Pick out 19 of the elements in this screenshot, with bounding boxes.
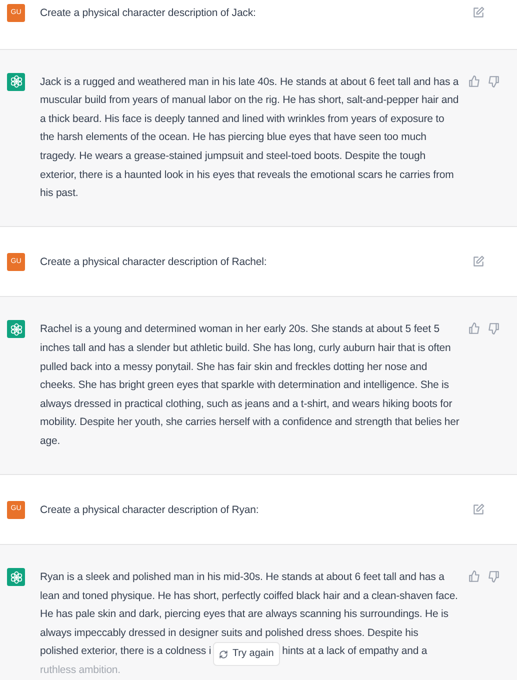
edit-icon[interactable] (472, 6, 485, 19)
message-text: Rachel is a young and determined woman in her early 20s. She stands at about 5 feet 5 inches tall and has a slender but athletic build. She has long, curly auburn hair that is often pulled back into a messy ponytail. She has fair skin and freckles dotting her nose and cheeks. She has bright green eyes that sparkle with determination and intelligence. She is always dressed in practical clothing, such as jeans and a t-shirt, and wears hiking boots for mobility. Despite her youth, she carries herself with a confidence and strength that belies her age. (40, 322, 460, 449)
message-text: ruthless ambition. (40, 663, 122, 678)
thumbs-down-icon[interactable] (487, 74, 500, 88)
thumbs-up-icon[interactable] (468, 322, 481, 336)
edit-icon[interactable] (472, 254, 485, 268)
thumbs-up-icon[interactable] (468, 74, 481, 88)
message-text: Jack is a rugged and weathered man in his late 40s. He stands at about 6 feet tall and has a muscular build from years of manual labor on the rig. He has short, salt-and-pepper hair and a thick beard. His face is deeply tanned and lined with wrinkles from years of exposure to the harsh elements of the ocean. He has piercing blue eyes that have seen too much tragedy. He wears a grease-stained jumpsuit and steel-toed boots. Despite the tough exterior, there is a haunted look in his eyes that reveals the emotional scars he carries from his past. (40, 74, 460, 202)
message-text: Create a physical character description of Jack: (40, 6, 257, 21)
edit-icon[interactable] (472, 502, 485, 516)
refresh-icon (219, 650, 228, 659)
thumbs-down-icon[interactable] (487, 570, 500, 584)
message-text: Create a physical character description of Ryan: (40, 502, 260, 518)
try-again-button[interactable]: Try again (213, 642, 280, 666)
message-text: Create a physical character description of Rachel: (40, 254, 268, 270)
message-text: hints at a lack of empathy and a (282, 644, 428, 660)
message-text: polished exterior, there is a coldness i (40, 644, 212, 660)
thumbs-up-icon[interactable] (468, 570, 481, 584)
thumbs-down-icon[interactable] (487, 322, 500, 336)
